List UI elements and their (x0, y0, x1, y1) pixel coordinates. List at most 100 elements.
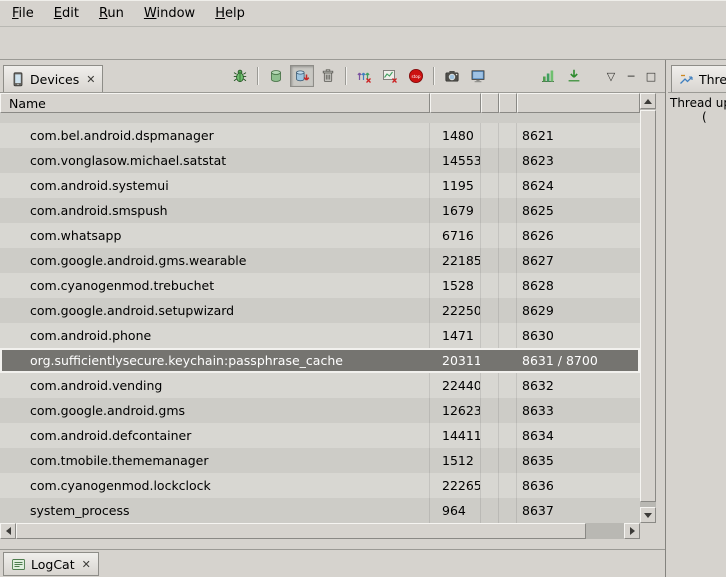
process-row[interactable]: system_process 964 8637 (0, 498, 640, 523)
process-row[interactable]: com.android.defcontainer 14411 8634 (0, 423, 640, 448)
scroll-up-button[interactable] (640, 93, 656, 109)
devices-panel: Devices ✕ (0, 60, 666, 577)
close-icon[interactable]: ✕ (82, 558, 91, 571)
column-header-pid[interactable] (430, 93, 481, 113)
cell-empty (499, 373, 517, 398)
cell-empty (481, 248, 499, 273)
dump-hprof-button[interactable] (290, 65, 314, 87)
process-pid: 22185 (430, 248, 481, 273)
toolbar-separator (345, 67, 347, 85)
toolbar-spacer (492, 76, 534, 77)
update-threads-icon (356, 68, 372, 84)
process-row[interactable]: com.whatsapp 6716 8626 (0, 223, 640, 248)
method-profiling-icon (382, 68, 398, 84)
view-menu-icon[interactable]: ▽ (602, 68, 620, 85)
heap-bars-button[interactable] (536, 65, 560, 87)
cell-empty (499, 423, 517, 448)
process-row[interactable]: com.cyanogenmod.lockclock 22265 8636 (0, 473, 640, 498)
horizontal-scrollbar[interactable] (0, 523, 640, 539)
process-name: com.android.defcontainer (0, 423, 430, 448)
process-row[interactable]: com.google.android.gms.wearable 22185 86… (0, 248, 640, 273)
menu-help[interactable]: Help (206, 3, 254, 24)
process-row[interactable]: com.android.phone 1471 8630 (0, 323, 640, 348)
minimize-icon[interactable]: ─ (622, 68, 640, 85)
process-row[interactable]: com.google.android.gms 12623 8633 (0, 398, 640, 423)
toolbar-separator (257, 67, 259, 85)
update-threads-button[interactable] (352, 65, 376, 87)
menu-file[interactable]: File (3, 3, 43, 24)
process-port: 8623 (517, 148, 640, 173)
process-row[interactable]: com.android.smspush 1679 8625 (0, 198, 640, 223)
cell-empty (481, 448, 499, 473)
screen-capture-button[interactable] (440, 65, 464, 87)
process-port: 8633 (517, 398, 640, 423)
cell-empty (499, 148, 517, 173)
process-row[interactable]: org.sufficientlysecure.keychain:passphra… (0, 348, 640, 373)
process-row[interactable]: com.bel.android.dspmanager 1480 8621 (0, 123, 640, 148)
scroll-left-button[interactable] (0, 523, 16, 539)
update-heap-button[interactable] (264, 65, 288, 87)
process-row[interactable]: com.android.vending 22440 8632 (0, 373, 640, 398)
scroll-left-icon (6, 527, 11, 535)
cell-empty (481, 423, 499, 448)
scroll-right-button[interactable] (624, 523, 640, 539)
process-name: com.google.android.setupwizard (0, 298, 430, 323)
tab-threads[interactable]: Threads (671, 65, 726, 92)
process-row[interactable]: com.cyanogenmod.trebuchet 1528 8628 (0, 273, 640, 298)
process-port: 8632 (517, 373, 640, 398)
process-pid: 22250 (430, 298, 481, 323)
cell-empty (481, 173, 499, 198)
maximize-icon[interactable]: □ (642, 68, 660, 85)
process-table-area: Name com.bel.android.dspmanager 1480 862… (0, 93, 640, 523)
column-header-name[interactable]: Name (0, 93, 430, 113)
column-header-3[interactable] (481, 93, 499, 113)
process-row[interactable]: com.android.systemui 1195 8624 (0, 173, 640, 198)
debug-process-button[interactable] (228, 65, 252, 87)
scroll-right-icon (630, 527, 635, 535)
cell-empty (499, 223, 517, 248)
menu-run[interactable]: Run (90, 3, 133, 24)
scroll-down-button[interactable] (640, 507, 656, 523)
close-icon[interactable]: ✕ (86, 73, 95, 86)
stop-process-button[interactable]: stop (404, 65, 428, 87)
process-row[interactable]: com.vonglasow.michael.satstat 14553 8623 (0, 148, 640, 173)
horizontal-scrollbar-row (0, 523, 665, 539)
cell-empty (499, 248, 517, 273)
process-pid: 22440 (430, 373, 481, 398)
panel-filler (0, 539, 665, 549)
horizontal-scrollbar-thumb[interactable] (16, 523, 586, 539)
process-port: 8635 (517, 448, 640, 473)
cause-gc-button[interactable] (316, 65, 340, 87)
screen-capture-icon (444, 68, 460, 84)
process-row[interactable]: com.google.android.setupwizard 22250 862… (0, 298, 640, 323)
process-name: com.google.android.gms.wearable (0, 248, 430, 273)
process-pid: 1480 (430, 123, 481, 148)
process-port: 8625 (517, 198, 640, 223)
system-info-button[interactable] (466, 65, 490, 87)
process-row[interactable]: com.tmobile.thememanager 1512 8635 (0, 448, 640, 473)
cell-empty (499, 448, 517, 473)
tab-logcat[interactable]: LogCat ✕ (3, 552, 99, 576)
column-header-port[interactable] (517, 93, 640, 113)
allocation-tracker-button[interactable] (562, 65, 586, 87)
method-profiling-button[interactable] (378, 65, 402, 87)
vertical-scrollbar[interactable] (640, 93, 656, 523)
dump-hprof-icon (294, 68, 310, 84)
tab-devices[interactable]: Devices ✕ (3, 65, 103, 92)
vertical-scrollbar-thumb[interactable] (640, 110, 656, 502)
tab-threads-label: Threads (699, 72, 726, 87)
logcat-icon (11, 557, 26, 572)
process-port: 8627 (517, 248, 640, 273)
cell-empty (481, 323, 499, 348)
process-name: com.cyanogenmod.lockclock (0, 473, 430, 498)
menu-edit[interactable]: Edit (45, 3, 88, 24)
column-header-4[interactable] (499, 93, 517, 113)
cell-empty (499, 473, 517, 498)
process-name: org.sufficientlysecure.keychain:passphra… (0, 348, 430, 373)
process-port: 8636 (517, 473, 640, 498)
process-port: 8626 (517, 223, 640, 248)
cell-empty (499, 398, 517, 423)
menu-window[interactable]: Window (135, 3, 204, 24)
process-name: com.whatsapp (0, 223, 430, 248)
cell-empty (481, 123, 499, 148)
